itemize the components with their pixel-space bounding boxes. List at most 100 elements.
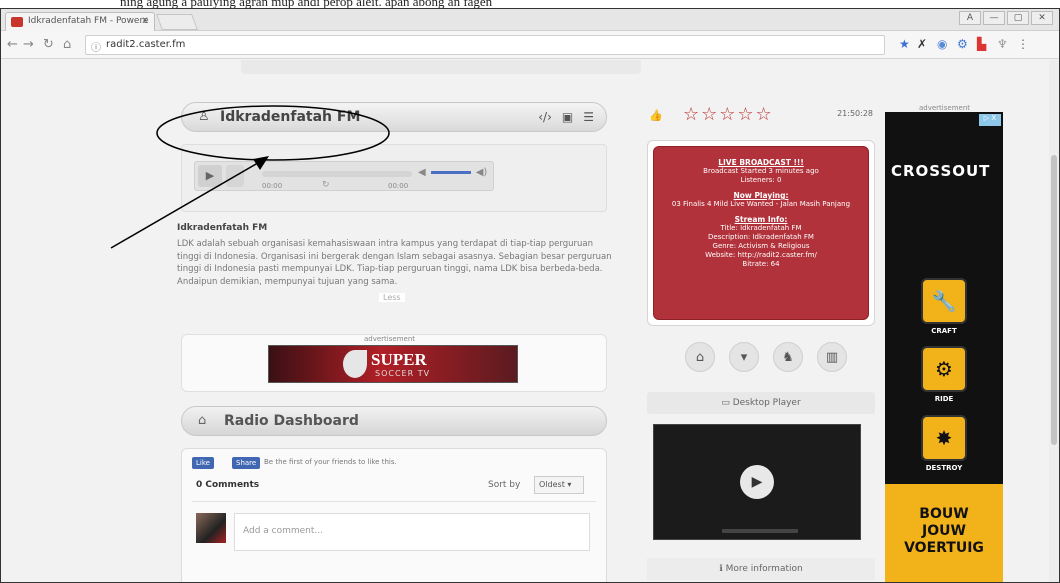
embed-code-icon[interactable]: ‹/› (538, 110, 552, 124)
volume-control[interactable]: ◀ ◀) (418, 167, 487, 178)
url-input[interactable]: ⓘ radit2.caster.fm (85, 35, 885, 55)
video-play-icon[interactable]: ▶ (740, 465, 774, 499)
cta-line-1: BOUW (919, 506, 969, 522)
ad-banner[interactable]: SUPER SOCCER TV (268, 345, 518, 383)
menu-icon[interactable]: ⋮ (1017, 37, 1029, 51)
sort-select[interactable]: Oldest ▾ (534, 476, 584, 494)
dashboard-title: Radio Dashboard (224, 413, 359, 429)
ad-box: advertisement SUPER SOCCER TV (181, 334, 607, 392)
minimize-button[interactable]: — (983, 11, 1005, 25)
now-playing-track: 03 Finalis 4 Mild Live Wanted - Jalan Ma… (671, 200, 851, 208)
rating-stars[interactable]: ☆☆☆☆☆ (683, 104, 774, 125)
desktop-player-button[interactable]: ▭ Desktop Player (647, 392, 875, 414)
extension-circle-icon[interactable]: ◉ (937, 37, 947, 51)
divider (192, 501, 596, 502)
skyscraper-ad[interactable]: ▷ X CROSSOUT 🔧 CRAFT ⚙ RIDE ✸ DESTROY BO… (885, 112, 1003, 582)
fb-share-button[interactable]: Share (232, 457, 261, 469)
live-broadcast-panel: LIVE BROADCAST !!! Broadcast Started 3 m… (647, 140, 875, 326)
scrollbar-thumb[interactable] (1051, 155, 1057, 445)
live-broadcast-card: LIVE BROADCAST !!! Broadcast Started 3 m… (653, 146, 869, 320)
ride-label: RIDE (934, 395, 954, 403)
listeners-count: Listeners: 0 (740, 176, 782, 184)
page-scrollbar[interactable] (1049, 60, 1059, 582)
live-heading: LIVE BROADCAST !!! (718, 158, 804, 167)
url-text: radit2.caster.fm (106, 39, 186, 50)
tab-close-icon[interactable]: x (142, 15, 148, 26)
sky-ad-brand: CROSSOUT (891, 162, 991, 180)
ad-label: advertisement (364, 335, 416, 343)
craft-label: CRAFT (931, 327, 957, 335)
home-icon[interactable]: ⌂ (685, 342, 715, 372)
profile-button[interactable]: A (959, 11, 981, 25)
stream-info-heading: Stream Info: (734, 215, 788, 224)
thumbs-up-icon[interactable]: 👍 (649, 109, 663, 122)
more-information-label: More information (725, 564, 803, 574)
browser-window: Idkradenfatah FM - Powere x A — ▢ ✕ ← → … (0, 8, 1060, 583)
page-content: ♙ Idkradenfatah FM ‹/› ▣ ☰ ▶ 00:00 ↻ 00:… (1, 60, 1059, 582)
avatar (196, 513, 226, 543)
progress-bar[interactable] (262, 171, 412, 177)
stop-button[interactable] (226, 165, 244, 187)
browser-tab[interactable]: Idkradenfatah FM - Powere x (5, 12, 155, 31)
player-header: ♙ Idkradenfatah FM ‹/› ▣ ☰ (181, 102, 607, 132)
description-text: LDK adalah sebuah organisasi kemahasiswa… (177, 239, 612, 287)
time-elapsed: 00:00 (262, 182, 283, 190)
fb-like-button[interactable]: Like (192, 457, 214, 469)
window-controls: A — ▢ ✕ (959, 11, 1053, 25)
chat-icon[interactable]: ▾ (729, 342, 759, 372)
popup-player-icon[interactable]: ▣ (562, 110, 573, 124)
comments-panel: Like Share Be the first of your friends … (181, 448, 607, 582)
address-bar-row: ← → ↻ ⌂ ⓘ radit2.caster.fm ★ ✗ ◉ ⚙ ▙ ♆ ⋮ (1, 31, 1059, 59)
home-icon: ⌂ (198, 413, 207, 428)
document-caption-fragment: ning agung a paulying agran mup andi per… (0, 0, 1060, 8)
tab-bar: Idkradenfatah FM - Powere x A — ▢ ✕ (1, 9, 1059, 31)
monitor-icon: ▭ (721, 398, 733, 408)
forward-icon[interactable]: → (23, 37, 34, 52)
comment-input[interactable]: Add a comment... (234, 513, 590, 551)
explosion-icon: ✸ (921, 415, 967, 461)
now-playing-heading: Now Playing: (733, 191, 789, 200)
loop-icon[interactable]: ↻ (322, 180, 330, 190)
time-total: 00:00 (388, 182, 409, 190)
stream-bitrate: Bitrate: 64 (742, 260, 780, 268)
volume-slider[interactable] (430, 171, 471, 174)
rating-row: 👍 ☆☆☆☆☆ 21:50:28 (649, 102, 877, 128)
maximize-button[interactable]: ▢ (1007, 11, 1029, 25)
wrench-icon: 🔧 (921, 278, 967, 324)
ad-banner-subtitle: SOCCER TV (375, 369, 431, 378)
stream-description: Description: Idkradenfatah FM (708, 233, 814, 241)
bookmark-star-icon[interactable]: ★ (899, 37, 910, 51)
playlist-icon[interactable]: ☰ (583, 110, 594, 124)
close-window-button[interactable]: ✕ (1031, 11, 1053, 25)
extension-flag-icon[interactable]: ▙ (977, 37, 986, 51)
desktop-player-label: Desktop Player (732, 398, 801, 408)
comments-icon[interactable]: ♞ (773, 342, 803, 372)
read-more-link[interactable]: Less (379, 293, 405, 302)
sort-label: Sort by (488, 480, 521, 490)
play-icon[interactable]: ▶ (198, 165, 222, 187)
comment-count: 0 Comments (196, 480, 260, 490)
site-info-icon[interactable]: ⓘ (91, 39, 101, 54)
ad-choices-icon[interactable]: ▷ X (979, 114, 1001, 126)
sky-ad-cta[interactable]: BOUW JOUW VOERTUIG (885, 484, 1003, 582)
volume-up-icon[interactable]: ◀) (476, 167, 488, 178)
extension-puzzle-icon[interactable]: ♆ (997, 37, 1008, 51)
user-icon: ♙ (198, 109, 210, 124)
sky-ad-label: advertisement (919, 104, 971, 112)
stream-website[interactable]: Website: http://radit2.caster.fm/ (654, 251, 868, 260)
volume-down-icon[interactable]: ◀ (418, 167, 426, 178)
quick-actions: ⌂ ▾ ♞ ▥ (685, 342, 847, 372)
player-tools: ‹/› ▣ ☰ (538, 110, 594, 124)
more-information-button[interactable]: ℹ More information (647, 558, 875, 580)
home-icon[interactable]: ⌂ (63, 37, 71, 52)
schedule-icon[interactable]: ▥ (817, 342, 847, 372)
extension-gear-icon[interactable]: ⚙ (957, 37, 968, 51)
video-player[interactable]: ▶ (653, 424, 861, 540)
extension-x-icon[interactable]: ✗ (917, 37, 927, 51)
site-favicon-icon (11, 17, 23, 27)
video-progress-bar[interactable] (722, 529, 798, 533)
fb-like-text: Be the first of your friends to like thi… (264, 458, 397, 466)
back-icon[interactable]: ← (7, 37, 18, 52)
new-tab-button[interactable] (156, 14, 198, 30)
reload-icon[interactable]: ↻ (43, 37, 54, 52)
